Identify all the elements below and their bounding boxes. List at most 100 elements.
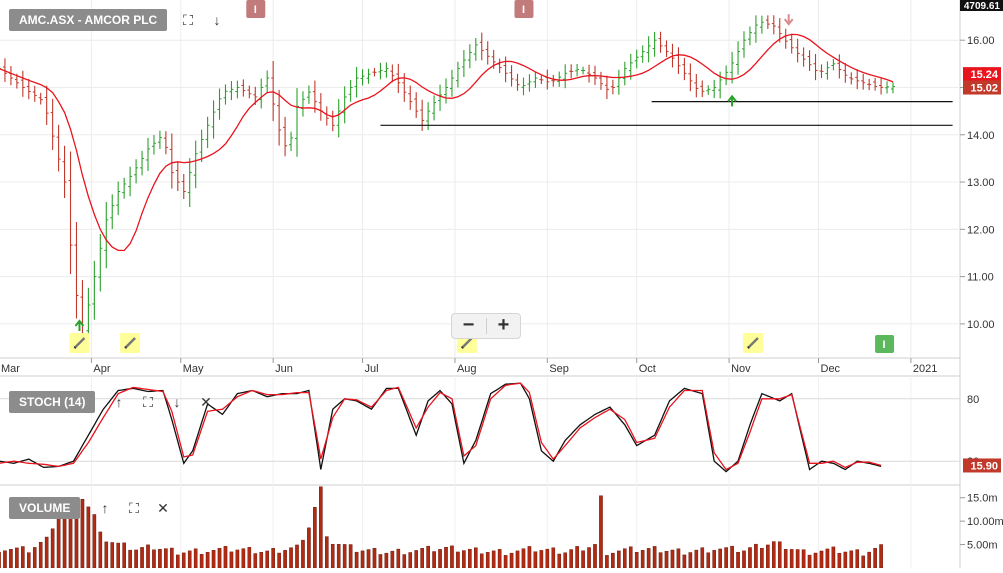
pencil-note-icon (742, 333, 763, 353)
volume-bar (444, 547, 448, 569)
volume-bar (819, 550, 824, 569)
chart-title-label[interactable]: AMC.ASX - AMCOR PLC (9, 9, 168, 31)
volume-y-tick-label: 5.00m (967, 540, 998, 552)
volume-bar (807, 554, 812, 569)
volume-bar (175, 554, 180, 569)
current-price-badge: 15.02 (970, 83, 998, 95)
volume-bar (44, 536, 49, 569)
volume-bar (38, 542, 43, 569)
expand-icon[interactable]: ⛶ (140, 394, 156, 410)
volume-bar (491, 550, 496, 569)
x-tick-label-jun: Jun (275, 363, 293, 375)
volume-bar (599, 495, 603, 569)
x-tick-label-sep: Sep (549, 363, 569, 375)
volume-bar (116, 542, 120, 569)
arrow-down-icon[interactable]: ↓ (209, 12, 225, 28)
info-marker-label: I (883, 339, 886, 351)
volume-bar (462, 550, 466, 569)
x-tick-label-oct: Oct (639, 363, 656, 375)
info-marker-label: I (254, 4, 257, 16)
volume-bar (712, 550, 716, 569)
volume-bar (640, 550, 645, 569)
zoom-out-button[interactable]: − (452, 314, 485, 338)
volume-bar (569, 549, 573, 569)
volume-bar (617, 550, 621, 569)
volume-bar (670, 549, 675, 569)
volume-bar (32, 547, 37, 569)
volume-bar (307, 527, 311, 569)
volume-bar (134, 549, 138, 569)
volume-bar (760, 548, 764, 569)
ma-value-badge: 15.24 (970, 69, 998, 81)
volume-bar (104, 541, 109, 569)
volume-bar (879, 544, 883, 569)
close-icon[interactable]: ✕ (155, 500, 171, 516)
pencil-tip (73, 346, 77, 349)
volume-bar (843, 551, 848, 569)
pencil-note-icon (69, 333, 90, 353)
price-y-tick-label: 10.00 (967, 319, 995, 331)
arrow-up-icon[interactable]: ↑ (97, 500, 113, 516)
pencil-tip (124, 346, 127, 349)
volume-label[interactable]: VOLUME (9, 497, 81, 519)
price-panel-bg (0, 0, 960, 358)
chart-root: 10.0011.0012.0013.0014.0015.0016.00MarAp… (0, 0, 1003, 569)
volume-bar (354, 551, 359, 569)
volume-bar (50, 528, 55, 569)
volume-bar (229, 551, 234, 569)
pencil-tip (747, 346, 750, 349)
x-tick-label-2021: 2021 (913, 363, 937, 375)
volume-bar (432, 551, 436, 569)
volume-bar (652, 546, 657, 569)
volume-bar (360, 550, 365, 569)
stoch-label[interactable]: STOCH (14) (9, 391, 96, 413)
chart-canvas: 10.0011.0012.0013.0014.0015.0016.00MarAp… (0, 0, 1003, 569)
volume-bar (754, 543, 758, 569)
volume-bar (766, 544, 770, 569)
close-icon[interactable]: ✕ (198, 394, 214, 410)
x-tick-label-may: May (183, 363, 204, 375)
volume-bar (801, 549, 806, 569)
x-tick-label-nov: Nov (731, 363, 751, 375)
volume-bar (587, 547, 591, 569)
volume-bar (205, 551, 210, 569)
volume-bar (301, 539, 305, 569)
volume-bar (837, 552, 842, 569)
volume-bar (170, 547, 174, 569)
volume-bar (468, 548, 472, 569)
price-y-tick-label: 14.00 (967, 130, 995, 142)
arrow-down-icon[interactable]: ↓ (169, 394, 185, 410)
zoom-control: − + (451, 313, 521, 339)
volume-bar (533, 551, 538, 569)
volume-bar (527, 546, 532, 569)
volume-bar (777, 541, 782, 569)
volume-bar (474, 547, 478, 569)
volume-bar (676, 548, 681, 569)
x-tick-label-aug: Aug (457, 363, 477, 375)
volume-bar (563, 552, 567, 569)
volume-bar (813, 552, 818, 569)
zoom-in-button[interactable]: + (487, 314, 520, 338)
volume-bar (283, 550, 287, 569)
stoch-k-line (0, 382, 882, 473)
volume-bar (551, 547, 556, 569)
price-y-tick-label: 16.00 (967, 35, 995, 47)
info-marker-label: I (522, 4, 525, 16)
volume-bar (146, 544, 150, 569)
volume-bar (634, 552, 639, 569)
price-y-tick-label: 12.00 (967, 224, 995, 236)
arrow-up-icon[interactable]: ↑ (111, 394, 127, 410)
volume-bar (0, 551, 1, 569)
volume-bar (348, 544, 353, 569)
volume-bar (199, 554, 204, 569)
expand-icon[interactable]: ⛶ (180, 12, 196, 28)
volume-bar (181, 552, 186, 569)
x-tick-label-mar: Mar (1, 363, 20, 375)
volume-bar (21, 546, 25, 569)
volume-bar (402, 554, 407, 569)
volume-y-tick-label: 15.0m (967, 493, 998, 505)
volume-bar (664, 551, 669, 569)
volume-bar (706, 552, 711, 569)
volume-bar (450, 545, 454, 569)
expand-icon[interactable]: ⛶ (126, 500, 142, 516)
